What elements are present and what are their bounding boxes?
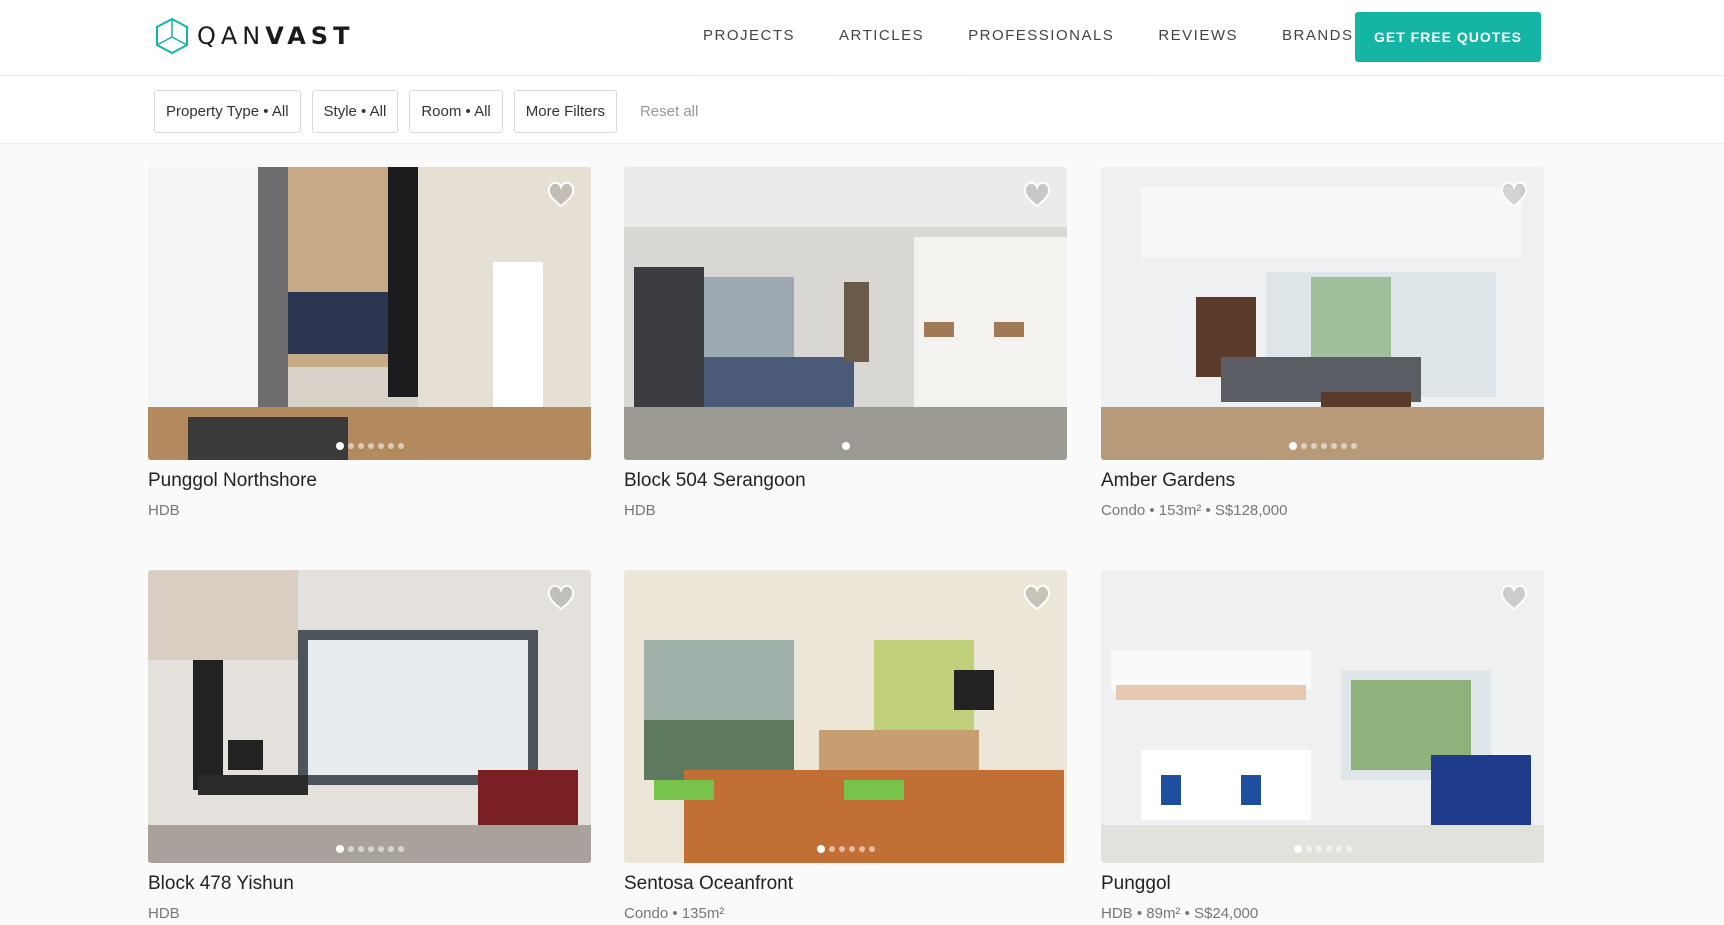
heart-icon[interactable] — [1021, 582, 1053, 612]
carousel-dot[interactable] — [357, 443, 364, 449]
carousel-dot[interactable] — [1340, 443, 1347, 449]
living-room-photo — [148, 167, 591, 460]
bedroom-photo — [148, 570, 591, 863]
more-filters-button[interactable]: More Filters — [513, 90, 617, 133]
project-card[interactable]: Amber Gardens Condo • 153m² • S$128,000 — [1101, 167, 1544, 519]
kitchen-photo — [624, 167, 1067, 460]
carousel-dot[interactable] — [397, 846, 404, 852]
project-photo[interactable] — [1101, 570, 1544, 863]
carousel-dot[interactable] — [816, 845, 825, 853]
carousel-dot[interactable] — [397, 443, 404, 449]
project-photo[interactable] — [148, 167, 591, 460]
living-dining-photo — [624, 570, 1067, 863]
nav-reviews[interactable]: REVIEWS — [1158, 0, 1238, 76]
filter-group: Property Type • All Style • All Room • A… — [154, 90, 698, 133]
brand-logo[interactable]: QANVAST — [155, 17, 354, 55]
carousel-dot[interactable] — [387, 443, 394, 449]
carousel-dot[interactable] — [335, 845, 344, 853]
filter-bar: Property Type • All Style • All Room • A… — [0, 76, 1724, 144]
project-title[interactable]: Block 478 Yishun — [148, 873, 591, 895]
project-photo[interactable] — [624, 167, 1067, 460]
carousel-dot[interactable] — [1330, 443, 1337, 449]
carousel-dot[interactable] — [868, 846, 875, 852]
project-meta: HDB • 89m² • S$24,000 — [1101, 905, 1259, 922]
style-filter[interactable]: Style • All — [311, 90, 399, 133]
project-card[interactable]: Block 478 Yishun HDB — [148, 570, 591, 922]
nav-projects[interactable]: PROJECTS — [703, 0, 796, 76]
project-meta: HDB — [148, 905, 180, 922]
project-meta: Condo • 135m² — [624, 905, 725, 922]
nav-brands[interactable]: BRANDS — [1282, 0, 1354, 76]
room-filter[interactable]: Room • All — [409, 90, 503, 133]
carousel-dot[interactable] — [1300, 443, 1307, 449]
photo-carousel-dots[interactable] — [148, 845, 591, 853]
carousel-dot[interactable] — [347, 846, 354, 852]
project-meta: HDB — [624, 502, 656, 519]
carousel-dot[interactable] — [1310, 443, 1317, 449]
photo-carousel-dots[interactable] — [148, 442, 591, 450]
living-dining-photo — [1101, 570, 1544, 863]
photo-carousel-dots[interactable] — [1101, 845, 1544, 853]
carousel-dot[interactable] — [1288, 442, 1297, 450]
photo-carousel-dots[interactable] — [624, 442, 1067, 450]
project-title[interactable]: Punggol — [1101, 873, 1544, 895]
property-type-filter[interactable]: Property Type • All — [154, 90, 301, 133]
carousel-dot[interactable] — [367, 443, 374, 449]
carousel-dot[interactable] — [367, 846, 374, 852]
project-photo[interactable] — [148, 570, 591, 863]
project-photo[interactable] — [1101, 167, 1544, 460]
get-free-quotes-button[interactable]: GET FREE QUOTES — [1355, 12, 1541, 62]
carousel-dot[interactable] — [1315, 846, 1322, 852]
carousel-dot[interactable] — [1345, 846, 1352, 852]
carousel-dot[interactable] — [841, 442, 850, 450]
project-card[interactable]: Punggol Northshore HDB — [148, 167, 591, 519]
carousel-dot[interactable] — [1325, 846, 1332, 852]
carousel-dot[interactable] — [828, 846, 835, 852]
brand-name-light: QAN — [197, 22, 266, 50]
carousel-dot[interactable] — [838, 846, 845, 852]
living-room-photo — [1101, 167, 1544, 460]
carousel-dot[interactable] — [357, 846, 364, 852]
photo-carousel-dots[interactable] — [624, 845, 1067, 853]
project-meta: HDB — [148, 502, 180, 519]
project-title[interactable]: Amber Gardens — [1101, 470, 1544, 492]
carousel-dot[interactable] — [858, 846, 865, 852]
project-card[interactable]: Sentosa Oceanfront Condo • 135m² — [624, 570, 1067, 922]
heart-icon[interactable] — [545, 179, 577, 209]
heart-icon[interactable] — [545, 582, 577, 612]
top-navigation-bar: QANVAST PROJECTS ARTICLES PROFESSIONALS … — [0, 0, 1724, 76]
carousel-dot[interactable] — [387, 846, 394, 852]
project-title[interactable]: Punggol Northshore — [148, 470, 591, 492]
nav-professionals[interactable]: PROFESSIONALS — [968, 0, 1115, 76]
carousel-dot[interactable] — [1305, 846, 1312, 852]
photo-carousel-dots[interactable] — [1101, 442, 1544, 450]
carousel-dot[interactable] — [1335, 846, 1342, 852]
project-photo[interactable] — [624, 570, 1067, 863]
project-title[interactable]: Sentosa Oceanfront — [624, 873, 1067, 895]
carousel-dot[interactable] — [347, 443, 354, 449]
project-title[interactable]: Block 504 Serangoon — [624, 470, 1067, 492]
house-outline-icon — [156, 17, 188, 55]
brand-name-bold: VAST — [265, 22, 355, 50]
project-card[interactable]: Block 504 Serangoon HDB — [624, 167, 1067, 519]
brand-wordmark: QANVAST — [197, 22, 354, 50]
carousel-dot[interactable] — [377, 443, 384, 449]
reset-all-link[interactable]: Reset all — [640, 103, 698, 120]
carousel-dot[interactable] — [848, 846, 855, 852]
carousel-dot[interactable] — [335, 442, 344, 450]
carousel-dot[interactable] — [1350, 443, 1357, 449]
heart-icon[interactable] — [1021, 179, 1053, 209]
project-card[interactable]: Punggol HDB • 89m² • S$24,000 — [1101, 570, 1544, 922]
main-nav: PROJECTS ARTICLES PROFESSIONALS REVIEWS … — [703, 0, 1398, 76]
nav-articles[interactable]: ARTICLES — [839, 0, 925, 76]
heart-icon[interactable] — [1498, 179, 1530, 209]
carousel-dot[interactable] — [377, 846, 384, 852]
project-meta: Condo • 153m² • S$128,000 — [1101, 502, 1288, 519]
heart-icon[interactable] — [1498, 582, 1530, 612]
carousel-dot[interactable] — [1320, 443, 1327, 449]
carousel-dot[interactable] — [1293, 845, 1302, 853]
